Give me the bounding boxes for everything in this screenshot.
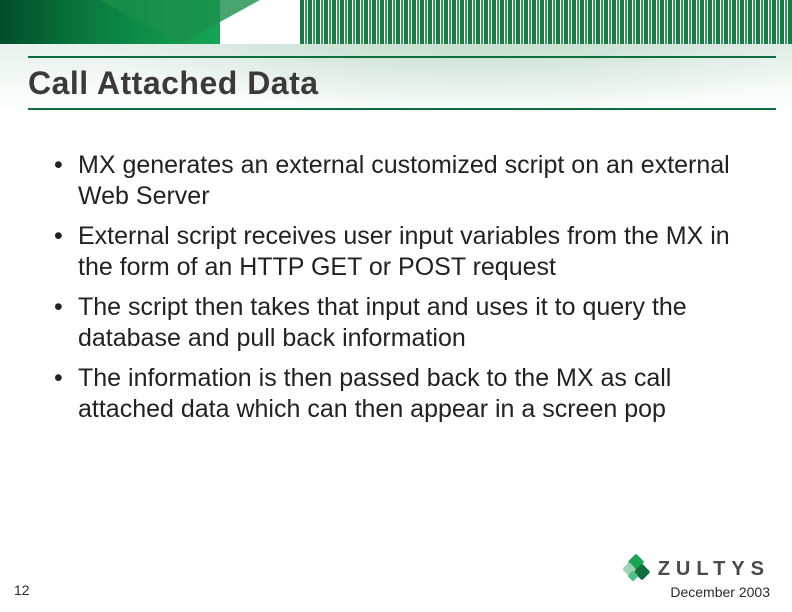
page-number: 12	[14, 582, 30, 598]
list-item: MX generates an external customized scri…	[52, 150, 748, 211]
footer-date: December 2003	[670, 584, 770, 600]
slide: Call Attached Data MX generates an exter…	[0, 0, 792, 612]
list-item: The script then takes that input and use…	[52, 292, 748, 353]
title-bar: Call Attached Data	[28, 56, 776, 110]
decorative-banner	[0, 0, 792, 60]
banner-stripes	[300, 0, 792, 44]
list-item: The information is then passed back to t…	[52, 363, 748, 424]
bullet-list: MX generates an external customized scri…	[52, 150, 748, 424]
banner-triangle	[100, 0, 260, 44]
slide-title: Call Attached Data	[28, 65, 319, 102]
logo-mark-icon	[624, 556, 650, 582]
brand-name: ZULTYS	[658, 558, 770, 581]
body-content: MX generates an external customized scri…	[52, 150, 748, 434]
brand-logo: ZULTYS	[624, 556, 770, 582]
list-item: External script receives user input vari…	[52, 221, 748, 282]
